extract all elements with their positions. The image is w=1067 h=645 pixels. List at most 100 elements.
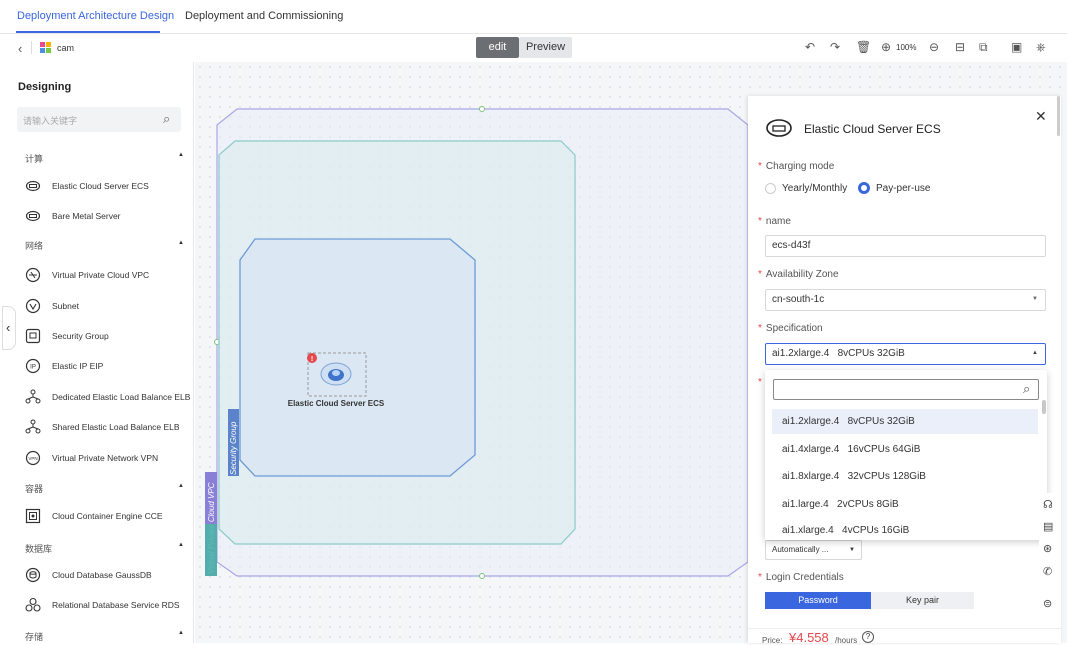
cce-icon [25, 508, 41, 524]
component-bare-metal-server[interactable]: Bare Metal Server [25, 208, 190, 228]
chevron-down-icon: ▼ [1032, 296, 1038, 302]
zoom-out-icon[interactable]: ⊖ [929, 40, 939, 54]
collapse-arrow-icon[interactable]: ▲ [178, 483, 184, 489]
bms-icon [25, 210, 41, 222]
collapse-arrow-icon[interactable]: ▲ [178, 240, 184, 246]
search-icon[interactable]: ⌕ [163, 111, 170, 127]
project-icon [40, 42, 51, 53]
collapse-arrow-icon[interactable]: ▲ [178, 542, 184, 548]
subnet-icon [25, 298, 41, 314]
tab-deployment-and-commissioning[interactable]: Deployment and Commissioning [185, 10, 343, 22]
specification-select[interactable]: ai1.2xlarge.4 8vCPUs 32GiB [765, 343, 1046, 365]
component-gaussdb[interactable]: Cloud Database GaussDB [25, 567, 190, 587]
close-icon[interactable]: ✕ [1035, 108, 1047, 125]
category-container[interactable]: 容器 [25, 482, 43, 495]
project-name: cam [57, 43, 75, 53]
collapse-arrow-icon[interactable]: ▲ [178, 152, 184, 158]
component-elastic-ip[interactable]: IP Elastic IP EIP [25, 358, 190, 378]
login-credentials-label: * Login Credentials [758, 572, 844, 583]
share-icon[interactable]: ⎈ [1036, 40, 1046, 55]
collapse-arrow-icon[interactable]: ▲ [178, 630, 184, 636]
component-label: Elastic IP EIP [52, 361, 104, 371]
top-tab-bar: Deployment Architecture Design Deploymen… [0, 0, 1067, 34]
component-dedicated-elb[interactable]: Dedicated Elastic Load Balance ELB [25, 389, 190, 409]
category-database[interactable]: 数据库 [25, 542, 52, 555]
chevron-left-icon[interactable]: ‹ [18, 41, 22, 56]
auto-select[interactable]: Automatically ... ▼ [765, 540, 862, 560]
ecs-icon [25, 180, 41, 192]
search-placeholder: 请输入关键字 [23, 116, 78, 126]
headset-icon[interactable]: ☊ [1043, 498, 1053, 511]
component-label: Virtual Private Network VPN [52, 453, 159, 463]
component-vpn[interactable]: VPN Virtual Private Network VPN [25, 450, 190, 470]
document-icon[interactable]: ▤ [1043, 520, 1053, 533]
component-label: Cloud Container Engine CCE [52, 511, 163, 521]
component-elastic-cloud-server[interactable]: Elastic Cloud Server ECS [25, 178, 190, 198]
category-compute[interactable]: 计算 [25, 152, 43, 165]
component-vpc[interactable]: Virtual Private Cloud VPC [25, 267, 190, 287]
chevron-left-icon: ‹ [6, 320, 11, 335]
login-tab-password[interactable]: Password [765, 592, 871, 609]
price-label: Price: [762, 636, 783, 645]
specification-label: * Specification [758, 323, 823, 334]
svg-text:VPN: VPN [28, 456, 37, 461]
vpn-icon: VPN [25, 450, 41, 466]
elb-icon [25, 389, 41, 404]
fit-view-icon[interactable]: ⊟ [955, 40, 965, 54]
toolbar-divider [31, 41, 32, 54]
category-network[interactable]: 网络 [25, 239, 43, 252]
redo-icon[interactable]: ↷ [830, 40, 840, 54]
spec-option[interactable]: ai1.2xlarge.4 8vCPUs 32GiB [772, 409, 1038, 434]
component-label: Relational Database Service RDS [52, 600, 180, 610]
sidebar-collapse-handle[interactable]: ‹ [2, 306, 16, 350]
eip-icon: IP [25, 358, 41, 374]
preview-mode-button[interactable]: Preview [519, 37, 572, 58]
spec-option[interactable]: ai1.4xlarge.4 16vCPUs 64GiB [772, 437, 1038, 462]
spec-option[interactable]: ai1.xlarge.4 4vCPUs 16GiB [772, 520, 1038, 540]
save-icon[interactable]: ▣ [1011, 40, 1022, 54]
sidebar-search[interactable]: 请输入关键字 ⌕ [17, 107, 181, 132]
component-rds[interactable]: Relational Database Service RDS [25, 597, 190, 617]
name-input[interactable]: ecs-d43f [765, 235, 1046, 257]
phone-icon[interactable]: ✆ [1043, 565, 1052, 578]
category-storage[interactable]: 存储 [25, 630, 43, 643]
panel-scrollbar[interactable] [1057, 96, 1060, 136]
trash-icon[interactable]: 🗑 [856, 40, 871, 54]
gaussdb-icon [25, 567, 41, 583]
spec-option[interactable]: ai1.large.4 2vCPUs 8GiB [772, 492, 1038, 517]
radio-pay-per-use[interactable] [858, 182, 870, 194]
share-icon[interactable]: ⊛ [1043, 542, 1052, 555]
sg-side-label: Security Group [229, 421, 238, 475]
zoom-in-icon[interactable]: ⊕ [881, 40, 891, 54]
undo-icon[interactable]: ↶ [805, 40, 815, 54]
spec-option[interactable]: ai1.8xlarge.4 32vCPUs 128GiB [772, 464, 1038, 489]
dropdown-scrollbar[interactable] [1042, 400, 1046, 414]
dropdown-search-input[interactable]: ⌕ [773, 379, 1039, 400]
tab-deployment-architecture-design[interactable]: Deployment Architecture Design [17, 10, 174, 22]
component-label: Shared Elastic Load Balance ELB [52, 422, 180, 432]
help-icon[interactable]: ? [862, 631, 874, 643]
name-label: * name [758, 216, 791, 227]
component-subnet[interactable]: Subnet [25, 298, 190, 318]
radio-yearly-monthly[interactable] [765, 183, 776, 194]
sidebar-heading: Designing [18, 81, 72, 93]
component-label: Cloud Database GaussDB [52, 570, 152, 580]
radio-label-pay-per-use[interactable]: Pay-per-use [876, 183, 930, 194]
edit-mode-button[interactable]: edit [476, 37, 519, 58]
component-security-group[interactable]: Security Group [25, 328, 190, 348]
svg-text:!: ! [311, 356, 313, 363]
chat-icon[interactable]: ⊜ [1043, 597, 1052, 610]
security-group-icon [25, 328, 41, 344]
ecs-icon [766, 119, 792, 137]
component-label: Security Group [52, 331, 109, 341]
login-tab-keypair[interactable]: Key pair [871, 592, 974, 609]
export-icon[interactable]: ⧉ [979, 40, 988, 55]
search-icon: ⌕ [1023, 381, 1031, 396]
svg-text:IP: IP [30, 365, 36, 371]
component-label: Elastic Cloud Server ECS [52, 181, 149, 191]
availability-zone-select[interactable]: cn-south-1c [765, 289, 1046, 311]
component-cce[interactable]: Cloud Container Engine CCE [25, 508, 190, 528]
radio-label-yearly[interactable]: Yearly/Monthly [782, 183, 847, 194]
component-shared-elb[interactable]: Shared Elastic Load Balance ELB [25, 419, 190, 439]
required-mark: * [758, 377, 762, 388]
